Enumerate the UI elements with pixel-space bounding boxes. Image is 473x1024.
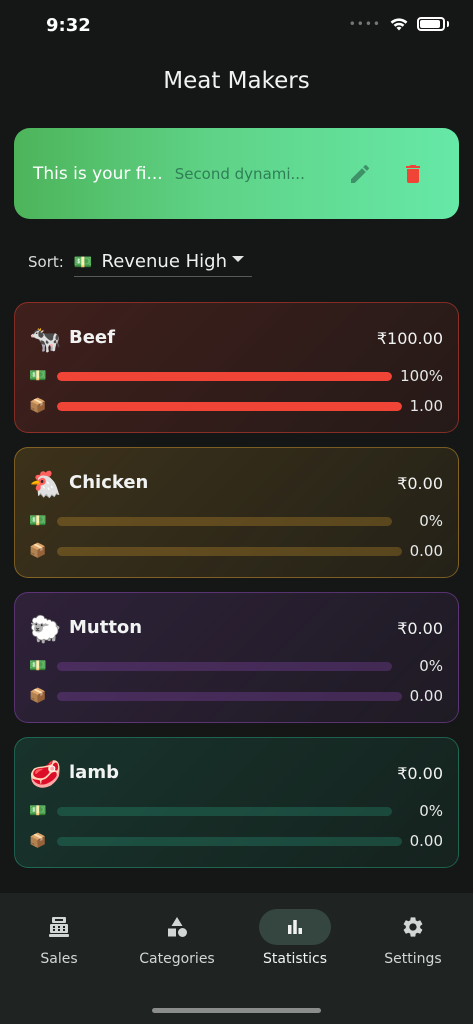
status-icons: •••• [349,16,449,32]
category-revenue: ₹0.00 [397,764,443,783]
home-indicator [152,1008,321,1013]
nav-categories-label: Categories [139,951,215,967]
nav-categories[interactable]: Categories [122,909,232,967]
nav-settings-label: Settings [384,951,442,967]
progress-track [57,517,392,526]
category-name: Beef [69,327,115,348]
sort-row: Sort: 💵 Revenue High [28,246,252,278]
revenue-percent: 0% [419,657,443,675]
category-emoji-icon: 🐄 [29,325,62,355]
package-icon: 📦 [29,398,47,414]
money-icon: 💵 [29,803,47,819]
progress-fill [57,402,402,411]
category-revenue: ₹100.00 [376,329,443,348]
cash-register-icon [49,917,69,937]
battery-icon [417,17,445,31]
status-time: 9:32 [46,15,91,36]
quantity-value: 0.00 [409,832,443,850]
nav-settings[interactable]: Settings [358,909,468,967]
progress-track [57,547,402,556]
money-icon: 💵 [29,658,47,674]
category-card[interactable]: 🐄 Beef ₹100.00 💵 100% 📦 1.00 [14,302,459,433]
nav-settings-icon-wrap [377,909,449,945]
signal-icon: •••• [348,17,381,31]
nav-categories-icon-wrap [141,909,213,945]
category-name: lamb [69,762,119,783]
banner-subtitle: Second dynami... [174,164,305,183]
category-name: Mutton [69,617,143,638]
nav-statistics-icon-wrap [259,909,331,945]
progress-fill [57,372,392,381]
progress-track [57,692,402,701]
category-card[interactable]: 🐑 Mutton ₹0.00 💵 0% 📦 0.00 [14,592,459,723]
revenue-percent: 0% [419,512,443,530]
delete-button[interactable] [399,160,427,188]
battery-tip [447,21,449,27]
caret-down-icon [231,256,244,262]
quantity-value: 0.00 [409,542,443,560]
category-emoji-icon: 🐑 [29,615,62,645]
progress-track [57,837,402,846]
nav-sales-label: Sales [40,951,78,967]
category-revenue: ₹0.00 [397,619,443,638]
banner-title: This is your fi... [33,163,163,184]
money-icon: 💵 [29,513,47,529]
package-icon: 📦 [29,688,47,704]
pencil-icon [351,164,370,183]
quantity-value: 1.00 [409,397,443,415]
page-title: Meat Makers [163,68,310,94]
wifi-icon [390,18,408,31]
gear-icon [403,917,423,937]
revenue-percent: 100% [400,367,443,385]
trash-icon [406,165,420,183]
progress-track [57,372,392,381]
status-bar: 9:32 •••• [0,0,473,50]
progress-track [57,807,392,816]
progress-track [57,662,392,671]
revenue-percent: 0% [419,802,443,820]
category-emoji-icon: 🥩 [29,760,62,790]
money-icon: 💵 [73,252,93,271]
category-revenue: ₹0.00 [397,474,443,493]
nav-statistics[interactable]: Statistics [240,909,350,967]
sort-value: Revenue High [101,251,227,272]
nav-sales[interactable]: Sales [4,909,114,967]
category-card[interactable]: 🥩 lamb ₹0.00 💵 0% 📦 0.00 [14,737,459,868]
sort-dropdown[interactable]: 💵 Revenue High [73,247,252,277]
shapes-icon [168,917,187,937]
gradient-banner[interactable]: This is your fi... Second dynami... [14,128,459,219]
bottom-navigation: Sales Categories Statistics Settings [0,893,473,1024]
category-card[interactable]: 🐔 Chicken ₹0.00 💵 0% 📦 0.00 [14,447,459,578]
category-name: Chicken [69,472,149,493]
bar-chart-icon [288,920,302,934]
sort-label: Sort: [28,253,64,271]
package-icon: 📦 [29,543,47,559]
money-icon: 💵 [29,368,47,384]
nav-sales-icon-wrap [23,909,95,945]
edit-button[interactable] [346,160,374,188]
quantity-value: 0.00 [409,687,443,705]
nav-statistics-label: Statistics [263,951,327,967]
progress-track [57,402,402,411]
category-emoji-icon: 🐔 [29,470,62,500]
package-icon: 📦 [29,833,47,849]
